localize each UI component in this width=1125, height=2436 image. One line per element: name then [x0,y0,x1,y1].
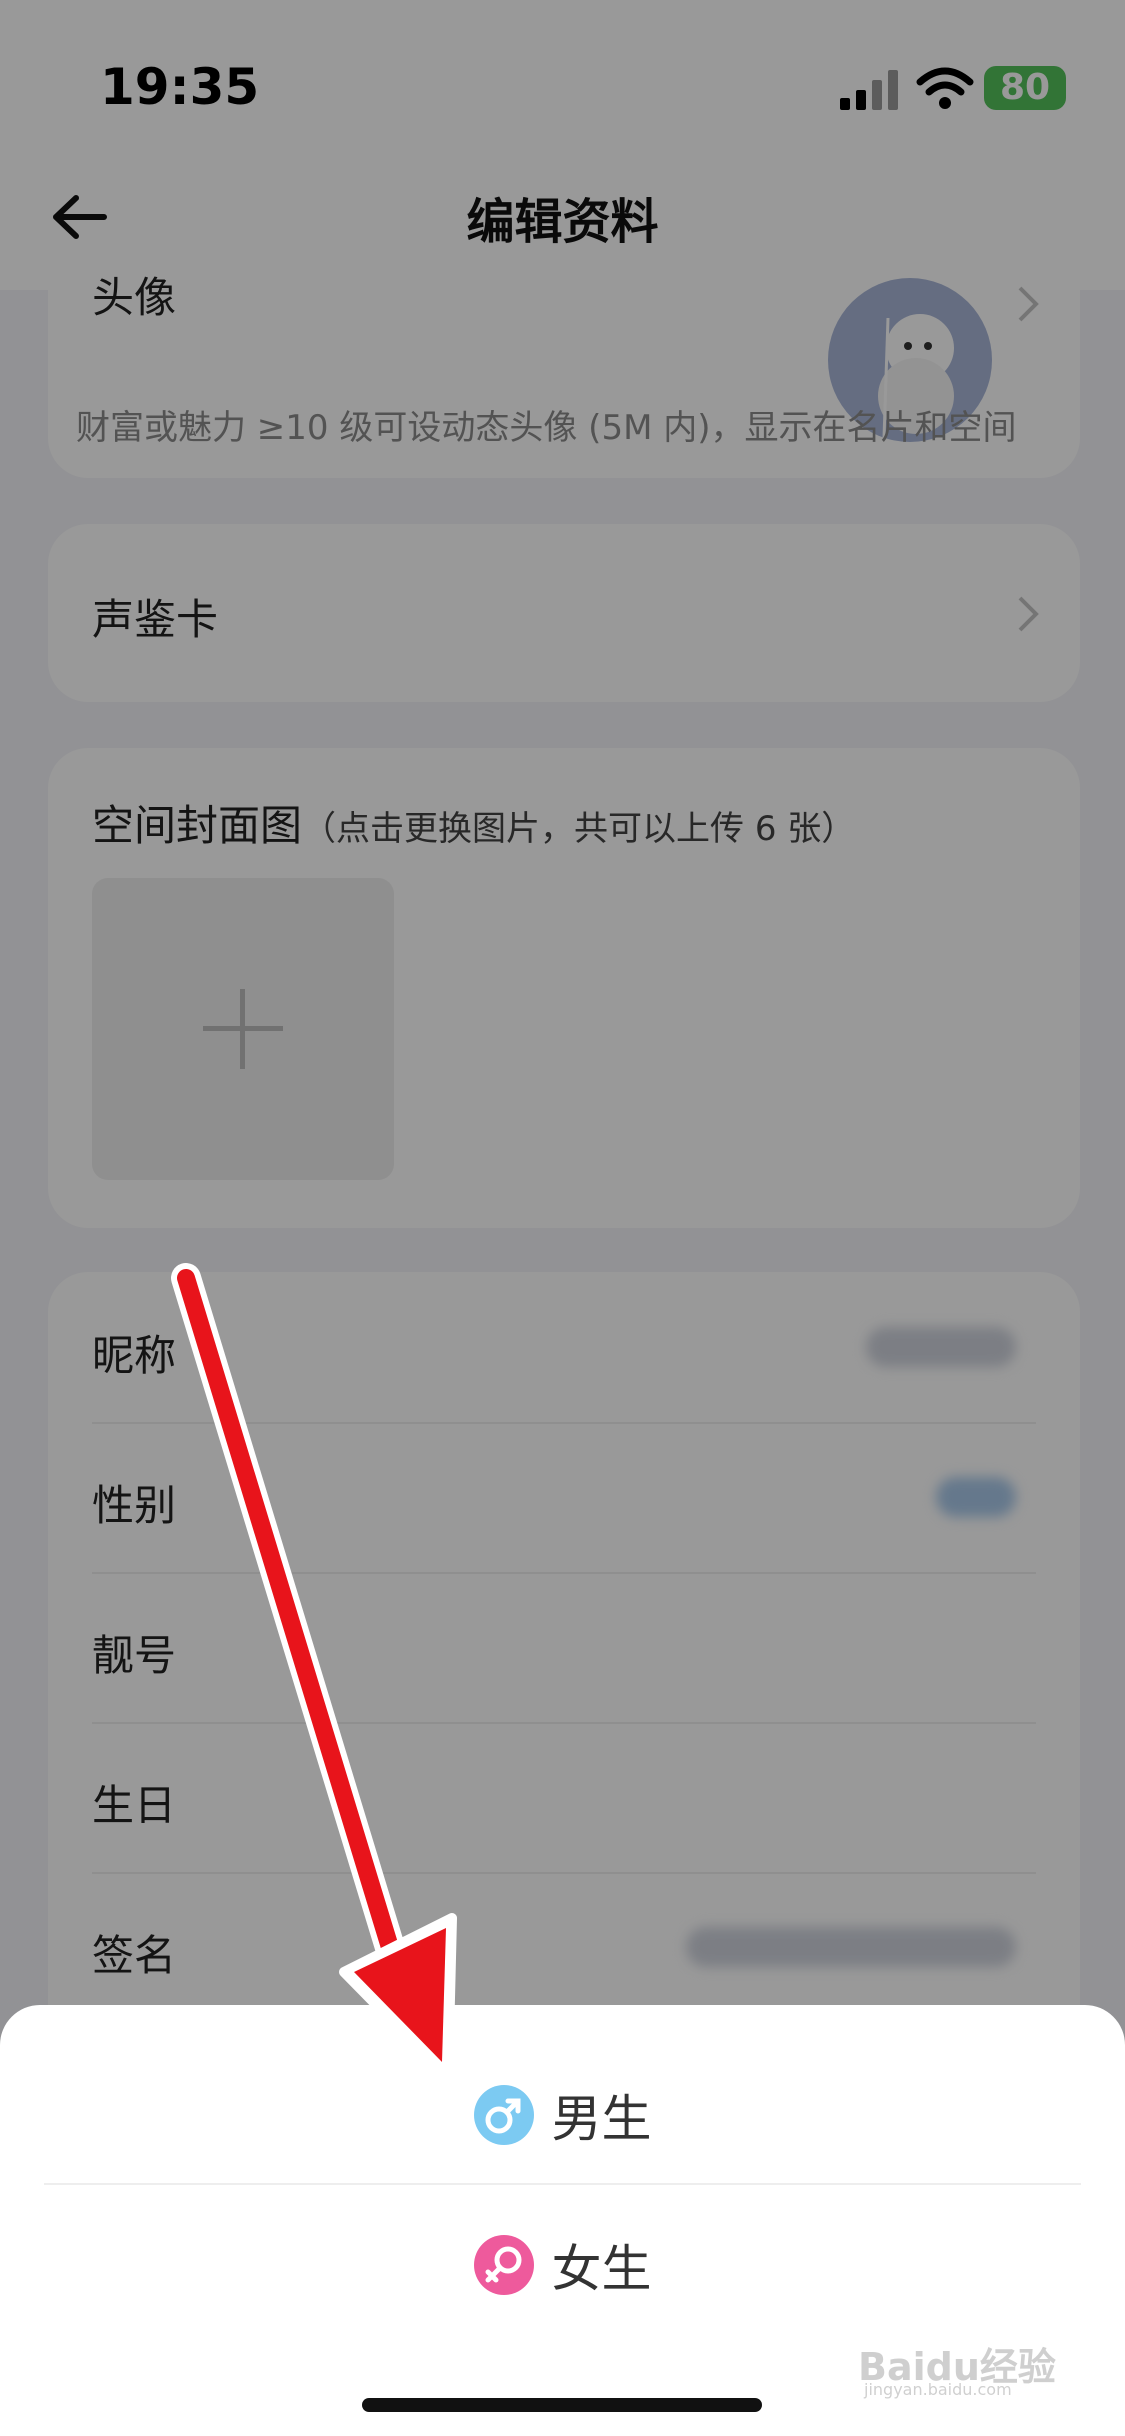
male-icon [473,2085,534,2145]
home-indicator [362,2398,762,2412]
female-icon [473,2235,534,2295]
male-label: 男生 [551,2090,652,2148]
male-option[interactable]: 男生 [0,2040,1125,2190]
female-label: 女生 [551,2240,652,2298]
divider [44,2183,1081,2185]
female-option[interactable]: 女生 [0,2190,1125,2340]
baidu-watermark-url: jingyan.baidu.com [864,2380,1012,2399]
